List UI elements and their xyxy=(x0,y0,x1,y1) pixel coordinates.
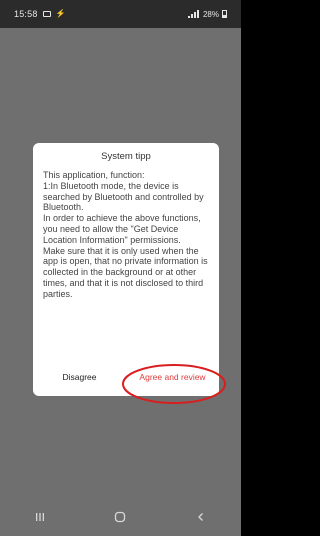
agree-and-review-button[interactable]: Agree and review xyxy=(126,358,219,396)
permission-dialog: System tipp This application, function: … xyxy=(33,143,219,396)
status-right: 28% xyxy=(187,9,227,19)
disagree-button[interactable]: Disagree xyxy=(33,358,126,396)
dialog-title: System tipp xyxy=(101,151,151,162)
navigation-bar xyxy=(0,498,241,536)
phone-screen: 15:58 ⚡ 28% System tipp This application… xyxy=(0,0,241,536)
dialog-line: 1:In Bluetooth mode, the device is searc… xyxy=(43,180,204,213)
bolt-icon: ⚡ xyxy=(55,9,66,18)
recent-apps-icon[interactable] xyxy=(25,505,55,529)
dialog-line: In order to achieve the above functions,… xyxy=(43,213,201,245)
signal-icon xyxy=(187,10,200,18)
dialog-line: This application, function: xyxy=(43,170,145,180)
battery-icon xyxy=(222,10,227,18)
image-notification-icon xyxy=(42,11,51,17)
dialog-line: Make sure that it is only used when the … xyxy=(43,245,208,299)
status-left: 15:58 ⚡ xyxy=(14,9,66,19)
battery-percent: 28% xyxy=(202,9,219,19)
dialog-actions: Disagree Agree and review xyxy=(33,358,219,396)
dialog-body: This application, function: 1:In Bluetoo… xyxy=(43,170,209,300)
status-time: 15:58 xyxy=(14,9,38,19)
back-icon[interactable] xyxy=(186,505,216,529)
home-icon[interactable] xyxy=(105,505,135,529)
status-bar: 15:58 ⚡ 28% xyxy=(0,0,241,28)
